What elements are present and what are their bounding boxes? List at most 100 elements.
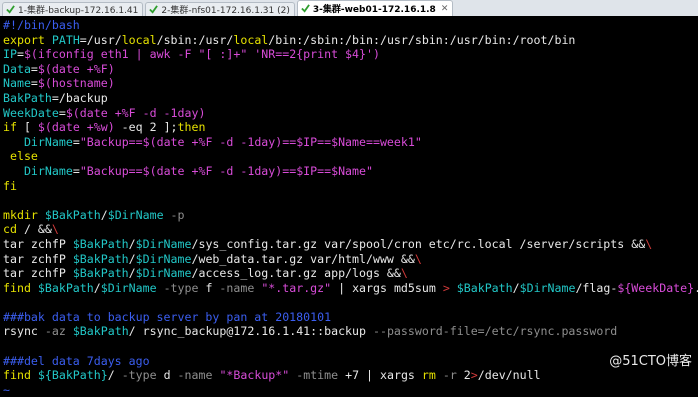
code-token: $DirName	[519, 280, 576, 295]
code-token: -mtime	[296, 368, 339, 383]
code-token: Data	[3, 61, 31, 76]
code-token: IP	[3, 47, 17, 62]
code-token: /	[107, 368, 122, 383]
terminal-line: else	[3, 149, 698, 164]
code-token: =	[16, 47, 24, 62]
code-token: $DirName	[107, 207, 164, 222]
code-token: -eq 2 ];	[114, 120, 178, 135]
terminal-line: find ${BakPath}/ -type d -name "*Backup*…	[3, 368, 698, 383]
code-token: /	[128, 251, 136, 266]
code-token: =/backup	[51, 90, 108, 105]
code-token: /bin:/sbin:/bin:/usr/sbin:/usr/bin:/root…	[268, 32, 576, 47]
code-token: / rsync_backup@172.16.1.41::backup	[128, 324, 373, 339]
code-token: $(ifconfig eth1 | awk -F "[ :]+" 'NR==2{…	[23, 47, 380, 62]
code-token: local	[233, 32, 269, 47]
code-token: "Backup==$(date +%F -d -1day)==$IP==$Nam…	[79, 134, 422, 149]
code-token: rm	[421, 368, 436, 383]
code-token: /	[512, 280, 520, 295]
code-token: -r	[442, 368, 457, 383]
code-token: then	[177, 120, 206, 135]
code-token: export	[3, 32, 45, 47]
code-token: /	[128, 266, 136, 281]
code-token: -p	[170, 207, 185, 222]
connected-check-icon	[6, 5, 15, 14]
code-token: rsync	[3, 324, 45, 339]
code-token: ###del data 7days ago	[3, 353, 150, 368]
session-tab-backup[interactable]: 1-集群-backup-172.16.1.41	[2, 2, 144, 16]
code-token: f	[198, 280, 220, 295]
code-token: BakPath	[3, 90, 52, 105]
code-token: $DirName	[100, 280, 157, 295]
watermark: @51CTO博客	[609, 354, 692, 369]
code-token: \	[400, 266, 408, 281]
code-token: =/usr/	[79, 32, 122, 47]
terminal-line: IP=$(ifconfig eth1 | awk -F "[ :]+" 'NR=…	[3, 47, 698, 62]
connected-check-icon	[301, 4, 310, 13]
code-token: $(date +%w)	[37, 120, 115, 135]
tab-label: 1-集群-backup-172.16.1.41	[18, 6, 139, 16]
code-token: /sbin:/usr/	[156, 32, 234, 47]
terminal-line: ###bak data to backup server by pan at 2…	[3, 310, 698, 325]
code-token: /	[128, 236, 136, 251]
code-token: WeekDate	[3, 105, 59, 120]
terminal-line: BakPath=/backup	[3, 91, 698, 106]
terminal-line: rsync -az $BakPath/ rsync_backup@172.16.…	[3, 324, 698, 339]
code-token: 2	[456, 368, 471, 383]
code-token: mkdir	[3, 207, 38, 222]
code-token: $DirName	[135, 236, 192, 251]
tab-label: 3-集群-web01-172.16.1.8	[312, 5, 436, 15]
code-token: >	[470, 368, 478, 383]
code-token: -name	[177, 368, 213, 383]
code-token: -name	[219, 280, 255, 295]
terminal-line: ~	[3, 383, 698, 397]
terminal-line: tar zchfP $BakPath/$DirName/sys_config.t…	[3, 237, 698, 252]
code-token: /access_log.tar.gz app/logs &&	[191, 266, 401, 281]
session-tab-web01[interactable]: 3-集群-web01-172.16.1.8 ✕	[296, 0, 454, 16]
code-token: /flag-	[575, 280, 618, 295]
code-token: tar zchfP	[3, 266, 73, 281]
code-token: /sys_config.tar.gz var/spool/cron etc/rc…	[191, 236, 646, 251]
terminal-line: ###del data 7days ago	[3, 354, 698, 369]
code-token: $DirName	[135, 266, 192, 281]
code-token: $(date +%F -d -1day)	[65, 105, 206, 120]
code-token: -type	[121, 368, 157, 383]
terminal-line: Name=$(hostname)	[3, 76, 698, 91]
session-tab-nfs01[interactable]: 2-集群-nfs01-172.16.1.31 (2)	[145, 2, 295, 16]
code-token: /	[100, 207, 108, 222]
code-token: DirName	[23, 134, 73, 149]
close-tab-icon[interactable]: ✕	[441, 4, 449, 14]
code-token: /web_data.tar.gz var/html/www &&	[191, 251, 415, 266]
code-token: -az	[44, 324, 66, 339]
code-token: DirName	[23, 163, 73, 178]
code-token: =	[30, 76, 38, 91]
terminal-screen[interactable]: #!/bin/bash export PATH=/usr/local/sbin:/…	[0, 16, 698, 397]
code-token: >	[442, 280, 450, 295]
code-token: /dev/null	[477, 368, 541, 383]
code-token: .log	[694, 281, 698, 295]
code-token: $(date +%F)	[37, 61, 115, 76]
code-token: $BakPath	[456, 280, 513, 295]
code-token: \	[645, 236, 653, 251]
code-token: --password-file=/etc/rsync.password	[372, 324, 618, 339]
code-token: \	[51, 222, 59, 237]
code-token: else	[9, 149, 38, 164]
code-token: \	[414, 251, 422, 266]
code-token: fi	[3, 178, 17, 193]
code-token: ${WeekDate}	[617, 280, 695, 295]
code-token: =	[30, 61, 38, 76]
terminal-line: find $BakPath/$DirName -type f -name "*.…	[3, 281, 698, 296]
code-token: $DirName	[135, 251, 192, 266]
code-token: tar zchfP	[3, 251, 73, 266]
code-token: ${BakPath}	[37, 368, 108, 383]
tab-label: 2-集群-nfs01-172.16.1.31 (2)	[161, 6, 290, 16]
